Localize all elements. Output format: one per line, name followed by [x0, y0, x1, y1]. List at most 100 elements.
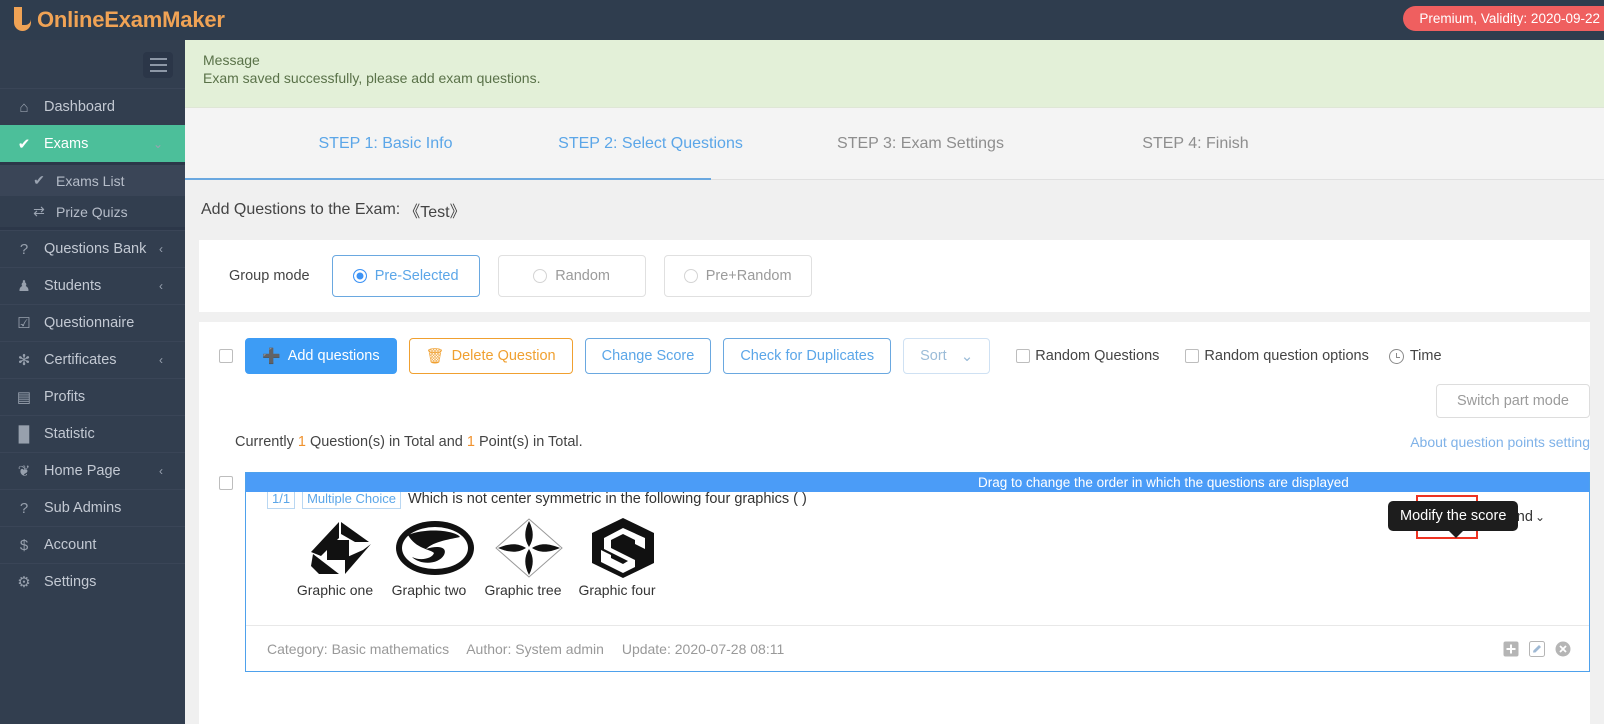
active-step-underline	[185, 178, 711, 180]
hamburger-icon[interactable]	[143, 52, 173, 78]
select-all-checkbox[interactable]	[219, 349, 233, 363]
sidebar-subitem-exams-list[interactable]: ✔ Exams List	[0, 165, 185, 196]
sidebar-subitem-prize-quizs[interactable]: ⇄ Prize Quizs	[0, 196, 185, 227]
premium-validity-badge[interactable]: Premium, Validity: 2020-09-22	[1403, 6, 1604, 31]
sidebar-item-home-page[interactable]: ❦ Home Page ‹	[0, 452, 185, 489]
sort-dropdown[interactable]: Sort ⌄	[903, 338, 991, 374]
counts-row: Currently 1 Question(s) in Total and 1 P…	[219, 434, 1590, 450]
checkbox-icon: ☑	[17, 315, 31, 332]
question-count-summary: Currently 1 Question(s) in Total and 1 P…	[235, 434, 583, 450]
question-actions	[1493, 640, 1571, 657]
group-mode-option-pre-selected[interactable]: Pre-Selected	[331, 255, 480, 297]
random-question-options-checkbox[interactable]	[1185, 349, 1200, 363]
sidebar-nav: ⌂ Dashboard ✔ Exams ⌄ ✔ Exams List ⇄ Prize Quizs…	[0, 88, 196, 600]
sidebar-item-label: Sub Admins	[44, 500, 122, 516]
random-questions-checkbox[interactable]	[1016, 349, 1031, 363]
switch-part-mode-button[interactable]: Switch part mode	[1435, 384, 1590, 418]
sidebar-item-certificates[interactable]: ✻ Certificates ‹	[0, 341, 185, 378]
sidebar-item-questions-bank[interactable]: ? Questions Bank ‹	[0, 230, 185, 267]
time-button[interactable]: Time	[1388, 348, 1442, 364]
switch-part-mode-row: Switch part mode	[219, 384, 1590, 418]
hexagon-spiral-graphic	[576, 517, 670, 579]
group-mode-option-pre-random[interactable]: Pre+Random	[663, 255, 812, 297]
sidebar: ⌂ Dashboard ✔ Exams ⌄ ✔ Exams List ⇄ Prize Quizs…	[0, 40, 196, 724]
sidebar-item-label: Students	[44, 278, 102, 294]
sidebar-item-students[interactable]: ♟ Students ‹	[0, 267, 185, 304]
random-questions-label: Random Questions	[1035, 348, 1160, 364]
users-icon: ♟	[17, 278, 31, 295]
radio-icon[interactable]	[352, 269, 367, 283]
step-tab-1[interactable]: STEP 1: Basic Info	[253, 135, 518, 153]
hamburger-bar	[149, 70, 167, 72]
group-mode-option-random[interactable]: Random	[497, 255, 646, 297]
oval-swoosh-svg	[396, 521, 474, 576]
sidebar-item-account[interactable]: $ Account	[0, 526, 185, 563]
four-petal-diamond-svg	[495, 518, 563, 578]
delete-question-button[interactable]: 🗑 Delete Question	[408, 338, 573, 374]
edit-icon[interactable]	[1528, 640, 1545, 657]
badge-icon: ✻	[17, 352, 31, 369]
sidebar-item-profits[interactable]: ▤ Profits	[0, 378, 185, 415]
step-tab-2[interactable]: STEP 2: Select Questions	[518, 135, 783, 153]
point-count: 1	[466, 434, 475, 450]
page-title-label: Add Questions to the Exam:	[201, 201, 401, 218]
chevron-icon: ‹	[159, 353, 163, 367]
group-mode-option-label: Pre+Random	[705, 268, 792, 284]
sidebar-item-label: Exams	[44, 136, 89, 152]
logo-mark-icon	[12, 7, 34, 33]
shuffle-icon: ⇄	[33, 203, 45, 219]
sidebar-item-dashboard[interactable]: ⌂ Dashboard	[0, 88, 185, 125]
add-questions-label: Add questions	[287, 348, 380, 364]
dollar-icon: $	[19, 536, 29, 554]
step-tab-4[interactable]: STEP 4: Finish	[1058, 135, 1333, 153]
radio-icon[interactable]	[683, 269, 698, 283]
step-tabs: STEP 1: Basic Info STEP 2: Select Questio…	[185, 108, 1604, 180]
app-logo[interactable]: OnlineExamMaker	[0, 7, 225, 33]
sidebar-item-sub-admins[interactable]: ? Sub Admins	[0, 489, 185, 526]
add-questions-button[interactable]: ➕ Add questions	[245, 338, 397, 374]
question-meta: Category: Basic mathematics Author: Syst…	[267, 641, 798, 657]
top-bar: OnlineExamMaker Premium, Validity: 2020-…	[0, 0, 1604, 40]
sidebar-item-exams[interactable]: ✔ Exams ⌄	[0, 125, 196, 162]
sidebar-item-label: Certificates	[44, 352, 117, 368]
sidebar-item-label: Statistic	[44, 426, 95, 442]
sidebar-item-settings[interactable]: ⚙ Settings	[0, 563, 185, 600]
counts-suffix: Point(s) in Total.	[478, 434, 583, 450]
check-duplicates-button[interactable]: Check for Duplicates	[723, 338, 892, 374]
check-duplicates-label: Check for Duplicates	[740, 348, 875, 364]
question-index-tag: 1/1	[267, 489, 296, 510]
sidebar-item-statistic[interactable]: █ Statistic	[0, 415, 185, 452]
change-score-label: Change Score	[601, 348, 695, 364]
sidebar-item-questionnaire[interactable]: ☑ Questionnaire	[0, 304, 185, 341]
sort-label: Sort	[920, 348, 947, 364]
random-questions-toggle[interactable]: Random Questions	[1016, 348, 1159, 364]
pinwheel-square-graphic	[294, 517, 388, 579]
exam-name: 《Test》	[404, 204, 466, 221]
random-question-options-label: Random question options	[1204, 348, 1369, 364]
sidebar-submenu: ✔ Exams List ⇄ Prize Quizs	[0, 162, 185, 230]
figure-caption: Graphic four	[578, 582, 656, 599]
add-icon[interactable]	[1502, 640, 1519, 657]
message-body: Exam saved successfully, please add exam…	[203, 69, 541, 86]
remove-icon[interactable]	[1554, 640, 1571, 657]
question-circle-icon: ?	[19, 499, 29, 517]
random-question-options-toggle[interactable]: Random question options	[1185, 348, 1369, 364]
sidebar-subitem-label: Prize Quizs	[56, 203, 128, 220]
step-tab-3[interactable]: STEP 3: Exam Settings	[783, 135, 1058, 153]
about-question-points-link[interactable]: About question points setting	[1410, 434, 1590, 450]
time-label: Time	[1409, 348, 1442, 364]
group-mode-option-label: Pre-Selected	[374, 268, 459, 284]
page-title: Add Questions to the Exam: 《Test》	[185, 180, 1604, 240]
radio-icon[interactable]	[533, 269, 548, 283]
four-petal-diamond-graphic	[482, 517, 576, 579]
counts-prefix: Currently	[235, 434, 294, 450]
leaf-icon: ❦	[17, 463, 31, 480]
message-title: Message	[203, 52, 260, 68]
sidebar-item-label: Home Page	[44, 463, 121, 479]
question-list: Drag to change the order in which the qu…	[219, 472, 1590, 672]
chevron-down-icon: ⌄	[960, 348, 974, 365]
question-select-checkbox[interactable]	[219, 476, 233, 490]
clock-icon	[1388, 348, 1404, 364]
trash-icon: 🗑	[425, 348, 445, 365]
change-score-button[interactable]: Change Score	[584, 338, 712, 374]
